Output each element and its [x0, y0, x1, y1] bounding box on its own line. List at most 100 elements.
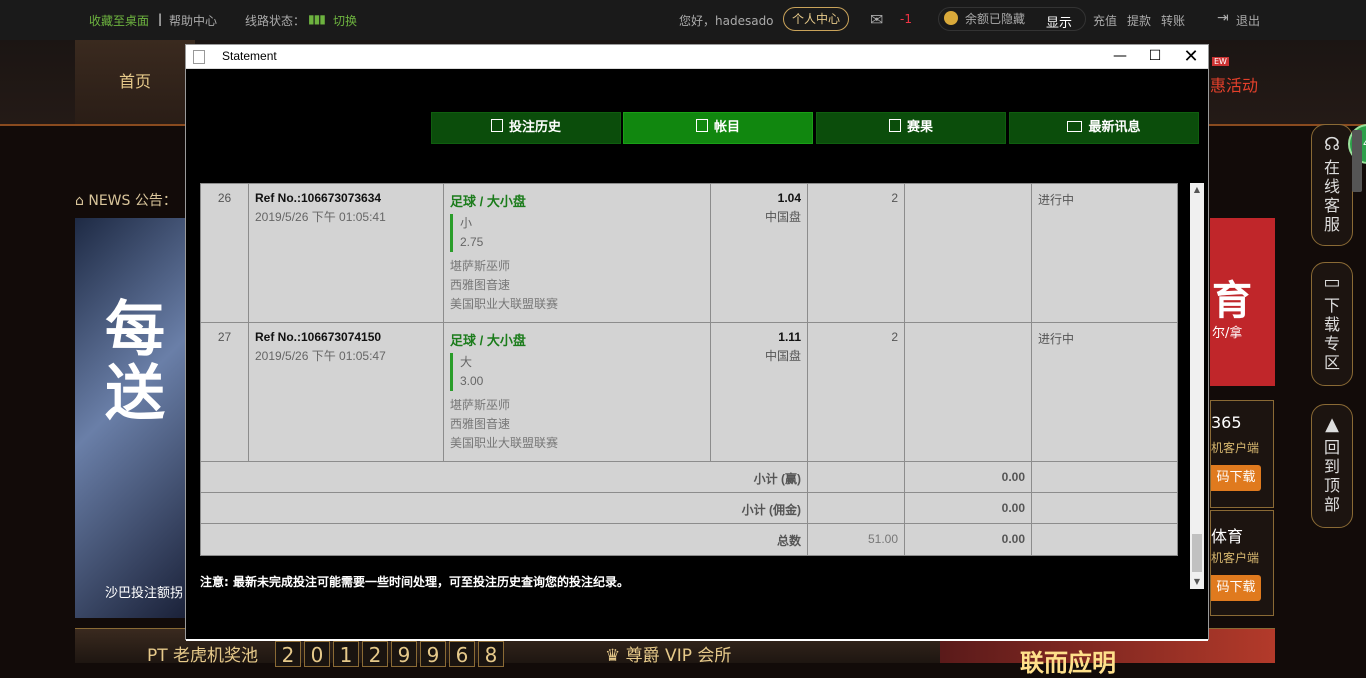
pick: 小	[460, 216, 473, 230]
window-titlebar[interactable]: Statement — ☐ ✕	[186, 45, 1208, 69]
logout-link[interactable]: 退出	[1236, 12, 1260, 29]
total-label: 总数	[200, 523, 808, 556]
odds-cell: 1.04 中国盘	[710, 183, 808, 323]
table-row: 26 Ref No.:106673073634 2019/5/26 下午 01:…	[200, 183, 1178, 323]
greeting-text: 您好，hadesado	[679, 14, 774, 28]
scroll-up-arrow[interactable]: ▲	[1190, 183, 1204, 197]
coin-icon	[944, 11, 958, 25]
subtotal-commission-value: 0.00	[904, 492, 1032, 524]
vip-club-title: ♛ 尊爵 VIP 会所	[605, 641, 731, 666]
sports-promo-card[interactable]: 育 尔/拿	[1210, 218, 1275, 386]
jackpot-digit: 0	[304, 641, 330, 667]
account-icon	[695, 119, 708, 132]
top-bar: 收藏至桌面 | 帮助中心 线路状态： ▮▮▮ 切换 您好，hadesado 个人…	[0, 0, 1366, 40]
selection-cell: 足球 / 大小盘 大 3.00 堪萨斯巫师 西雅图音速 美国职业大联盟联赛	[443, 322, 711, 462]
card1-small-text: 尔/拿	[1212, 326, 1243, 341]
new-badge: EW	[1212, 57, 1229, 66]
tab-latest-news[interactable]: 最新讯息	[1009, 112, 1199, 144]
banner-line1: 每	[105, 295, 165, 365]
logout-icon[interactable]: ⇥	[1217, 10, 1229, 26]
summary-row-total: 总数 51.00 0.00	[200, 523, 1178, 556]
news-label: NEWS 公告：	[88, 193, 177, 209]
row-index: 26	[200, 183, 249, 323]
notice-text: 注意: 最新未完成投注可能需要一些时间处理，可至投注历史查询您的投注纪录。	[200, 575, 629, 589]
market-name: 足球 / 大小盘	[450, 194, 526, 209]
tab-results[interactable]: 赛果	[816, 112, 1006, 144]
line-status-label: 线路状态：	[245, 14, 306, 28]
card2-download-button[interactable]: 码下载	[1211, 465, 1261, 491]
download-label: 下载专区	[1323, 296, 1340, 372]
odds-type: 中国盘	[764, 349, 801, 363]
jackpot-digit: 6	[449, 641, 475, 667]
personal-center-button[interactable]: 个人中心	[783, 7, 850, 31]
card2-sub: 机客户端	[1211, 441, 1260, 455]
statement-scrollbar[interactable]: ▲ ▼	[1190, 183, 1204, 589]
banner-caption: 沙巴投注额拐	[105, 586, 184, 601]
subtotal-winloss-value: 0.00	[904, 461, 1032, 493]
banner-text: 每 送	[105, 298, 165, 426]
promo-banner[interactable]: 每 送 沙巴投注额拐	[75, 218, 187, 618]
nav-home[interactable]: 首页	[75, 40, 195, 124]
mail-icon[interactable]: ✉	[870, 10, 883, 29]
subtotal-commission-label: 小计 (佣金)	[200, 492, 808, 524]
row-index: 27	[200, 322, 249, 462]
window-title: Statement	[222, 49, 277, 63]
summary-empty	[807, 492, 905, 524]
nav-promotions[interactable]: 惠活动	[1210, 72, 1258, 96]
page-scrollbar-thumb[interactable]	[1352, 130, 1362, 192]
rocket-icon: ▲	[1325, 414, 1339, 435]
odds-cell: 1.11 中国盘	[710, 322, 808, 462]
download-tab[interactable]: ▭ 下载专区	[1311, 262, 1353, 386]
status-cell: 进行中	[1031, 183, 1178, 323]
minimize-button[interactable]: —	[1103, 45, 1137, 68]
deposit-link[interactable]: 充值	[1093, 12, 1117, 29]
team-away: 西雅图音速	[450, 417, 511, 431]
tab-label: 投注历史	[508, 120, 561, 135]
summary-row-winloss: 小计 (赢) 0.00	[200, 461, 1178, 493]
online-service-label: 在线客服	[1323, 158, 1340, 234]
selection-cell: 足球 / 大小盘 小 2.75 堪萨斯巫师 西雅图音速 美国职业大联盟联赛	[443, 183, 711, 323]
tab-label: 最新讯息	[1088, 120, 1141, 135]
handicap-line: 3.00	[460, 374, 484, 388]
bookmark-link[interactable]: 收藏至桌面	[89, 12, 149, 29]
transfer-link[interactable]: 转账	[1161, 12, 1185, 29]
news-icon: ⌂	[75, 193, 84, 209]
card3-title: 体育	[1211, 527, 1244, 546]
total-value: 0.00	[904, 523, 1032, 556]
table-row: 27 Ref No.:106673074150 2019/5/26 下午 01:…	[200, 322, 1178, 462]
odds-value: 1.04	[777, 191, 801, 205]
team-home: 堪萨斯巫师	[450, 259, 511, 273]
banner-line2: 送	[105, 359, 165, 429]
scroll-thumb[interactable]	[1192, 534, 1202, 572]
pt-jackpot-title: PT 老虎机奖池	[147, 646, 259, 666]
mail-icon	[1067, 121, 1083, 132]
tab-account[interactable]: 帐目	[623, 112, 813, 144]
pick-box: 小 2.75	[450, 214, 704, 252]
card2-title: 365	[1211, 413, 1242, 432]
close-button[interactable]: ✕	[1174, 45, 1208, 68]
scroll-down-arrow[interactable]: ▼	[1190, 575, 1204, 589]
statement-table: 26 Ref No.:106673073634 2019/5/26 下午 01:…	[200, 183, 1178, 556]
show-balance-button[interactable]: 显示	[1046, 12, 1072, 31]
vip-club-label: 尊爵 VIP 会所	[625, 646, 732, 666]
balance-hidden-text: 余额已隐藏	[965, 12, 1026, 26]
online-service-tab[interactable]: ☊ 在线客服	[1311, 124, 1353, 246]
back-to-top-tab[interactable]: ▲ 回到顶部	[1311, 404, 1353, 528]
withdraw-link[interactable]: 提款	[1127, 12, 1151, 29]
help-link[interactable]: 帮助中心	[169, 12, 217, 29]
jackpot-digit: 2	[275, 641, 301, 667]
app-card-365: 365 机客户端 码下载	[1210, 400, 1274, 508]
jackpot-digits: 2 0 1 2 9 9 6 8	[275, 641, 504, 667]
jackpot-digit: 9	[420, 641, 446, 667]
jackpot-digit: 1	[333, 641, 359, 667]
winloss-cell	[904, 183, 1032, 323]
league-name: 美国职业大联盟联赛	[450, 436, 559, 450]
monitor-icon: ▭	[1323, 272, 1341, 293]
card3-sub: 机客户端	[1211, 551, 1260, 565]
card3-download-button[interactable]: 码下载	[1211, 575, 1261, 601]
switch-link[interactable]: 切换	[333, 12, 357, 29]
maximize-button[interactable]: ☐	[1138, 45, 1172, 68]
tab-bet-history[interactable]: 投注历史	[431, 112, 621, 144]
league-name: 美国职业大联盟联赛	[450, 297, 559, 311]
bet-datetime: 2019/5/26 下午 01:05:41	[255, 210, 386, 224]
